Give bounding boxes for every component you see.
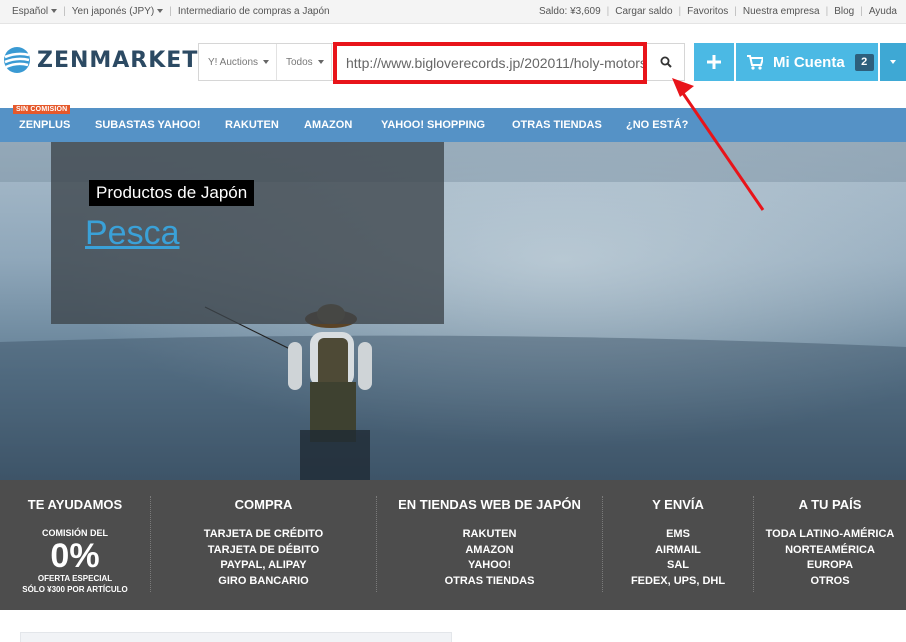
content-box <box>20 632 452 642</box>
feature-compra: COMPRA TARJETA DE CRÉDITO TARJETA DE DÉB… <box>151 480 376 610</box>
feature-heading: COMPRA <box>234 497 293 512</box>
tagline: Intermediario de compras a Japón <box>177 6 330 17</box>
feature-line: FEDEX, UPS, DHL <box>630 574 726 587</box>
category-select[interactable]: Todos <box>277 44 332 80</box>
separator: | <box>678 6 682 17</box>
feature-body: EMS AIRMAIL SAL FEDEX, UPS, DHL <box>603 527 753 589</box>
feature-heading: Y ENVÍA <box>652 497 704 512</box>
zero-percent: 0% <box>50 537 100 575</box>
chevron-down-icon <box>317 60 324 64</box>
account-dropdown-toggle[interactable] <box>880 43 906 81</box>
feature-line: EMS <box>666 528 690 540</box>
top-utility-bar: Español | Yen japonés (JPY) | Intermedia… <box>0 0 906 24</box>
currency-label: Yen japonés (JPY) <box>71 6 155 17</box>
language-label: Español <box>12 6 49 17</box>
account-label: Mi Cuenta <box>773 53 845 71</box>
nav-item-subastas-yahoo[interactable]: SUBASTAS YAHOO! <box>95 119 201 131</box>
nav-item-rakuten[interactable]: RAKUTEN <box>225 119 279 131</box>
hero-title-link[interactable]: Pesca <box>85 214 180 253</box>
feature-heading: EN TIENDAS WEB DE JAPÓN <box>398 497 581 512</box>
chevron-down-icon <box>157 9 164 14</box>
feature-body: TARJETA DE CRÉDITO TARJETA DE DÉBITO PAY… <box>151 527 376 589</box>
nav-item-zenplus[interactable]: ZENPLUS <box>19 119 70 131</box>
nav-item-yahoo-shopping[interactable]: YAHOO! SHOPPING <box>381 119 485 131</box>
hero-kicker: Productos de Japón <box>89 180 255 206</box>
feature-line: RAKUTEN <box>462 528 517 540</box>
annotation-arrow <box>672 78 765 211</box>
link-blog[interactable]: Blog <box>834 6 854 17</box>
cart-count-badge: 2 <box>854 53 874 71</box>
feature-line: YAHOO! <box>468 559 511 571</box>
feature-line: OFERTA ESPECIAL <box>37 574 113 583</box>
nav-item-amazon[interactable]: AMAZON <box>304 119 352 131</box>
language-selector[interactable]: Español <box>12 6 58 17</box>
separator: | <box>860 6 863 17</box>
category-select-label: Todos <box>286 56 313 68</box>
link-ayuda[interactable]: Ayuda <box>869 6 897 17</box>
no-commission-badge: SIN COMISIÓN <box>13 105 71 114</box>
search-bar: Y! Auctions Todos <box>198 42 685 84</box>
chevron-down-icon <box>890 60 896 64</box>
logo[interactable]: ZENMARKET <box>3 46 198 74</box>
chevron-down-icon <box>263 60 270 64</box>
feature-a-tu-pais: A TU PAÍS TODA LATINO-AMÉRICA NORTEAMÉRI… <box>754 480 906 610</box>
feature-body: RAKUTEN AMAZON YAHOO! OTRAS TIENDAS <box>377 527 602 589</box>
feature-line: SÓLO ¥300 POR ARTÍCULO <box>22 585 128 594</box>
features-strip: TE AYUDAMOS COMISIÓN DEL 0% OFERTA ESPEC… <box>0 480 906 610</box>
link-cargar-saldo[interactable]: Cargar saldo <box>615 6 672 17</box>
separator: | <box>734 6 737 17</box>
separator: | <box>606 6 610 17</box>
feature-body: COMISIÓN DEL 0% OFERTA ESPECIAL SÓLO ¥30… <box>0 527 150 595</box>
currency-selector[interactable]: Yen japonés (JPY) <box>71 6 164 17</box>
feature-line: GIRO BANCARIO <box>218 574 309 587</box>
feature-body: TODA LATINO-AMÉRICA NORTEAMÉRICA EUROPA … <box>754 527 906 589</box>
feature-line: TODA LATINO-AMÉRICA <box>765 528 895 540</box>
feature-heading: TE AYUDAMOS <box>27 497 123 512</box>
balance-text: Saldo: ¥3,609 <box>538 6 601 17</box>
source-select-label: Y! Auctions <box>208 56 259 68</box>
feature-line: AIRMAIL <box>655 543 701 556</box>
feature-line: OTRAS TIENDAS <box>444 574 535 587</box>
plus-icon <box>707 55 721 69</box>
nav-item-otras-tiendas[interactable]: OTRAS TIENDAS <box>512 119 602 131</box>
search-icon <box>660 56 672 68</box>
feature-line: AMAZON <box>465 543 514 556</box>
separator: | <box>825 6 829 17</box>
link-favoritos[interactable]: Favoritos <box>687 6 728 17</box>
logo-mark-icon <box>4 47 30 73</box>
logo-text: ZENMARKET <box>37 47 199 73</box>
chevron-down-icon <box>51 9 58 14</box>
link-nuestra-empresa[interactable]: Nuestra empresa <box>743 6 820 17</box>
feature-line: PAYPAL, ALIPAY <box>220 559 307 571</box>
search-input[interactable] <box>337 46 643 80</box>
feature-line: NORTEAMÉRICA <box>785 543 875 556</box>
cart-icon <box>747 54 763 70</box>
separator: | <box>63 6 66 17</box>
feature-line: TARJETA DE DÉBITO <box>207 543 320 556</box>
source-select[interactable]: Y! Auctions <box>199 44 277 80</box>
topbar-right: Saldo: ¥3,609 | Cargar saldo | Favoritos… <box>539 6 897 17</box>
feature-heading: A TU PAÍS <box>798 497 862 512</box>
feature-line: SAL <box>667 559 689 571</box>
feature-line: OTROS <box>810 574 850 587</box>
topbar-left: Español | Yen japonés (JPY) | Intermedia… <box>12 6 330 17</box>
feature-te-ayudamos: TE AYUDAMOS COMISIÓN DEL 0% OFERTA ESPEC… <box>0 480 150 610</box>
feature-line: EUROPA <box>806 559 854 571</box>
search-input-highlight <box>333 42 647 84</box>
feature-y-envia: Y ENVÍA EMS AIRMAIL SAL FEDEX, UPS, DHL <box>603 480 753 610</box>
feature-tiendas-japon: EN TIENDAS WEB DE JAPÓN RAKUTEN AMAZON Y… <box>377 480 602 610</box>
separator: | <box>169 6 172 17</box>
feature-line: TARJETA DE CRÉDITO <box>203 528 324 540</box>
